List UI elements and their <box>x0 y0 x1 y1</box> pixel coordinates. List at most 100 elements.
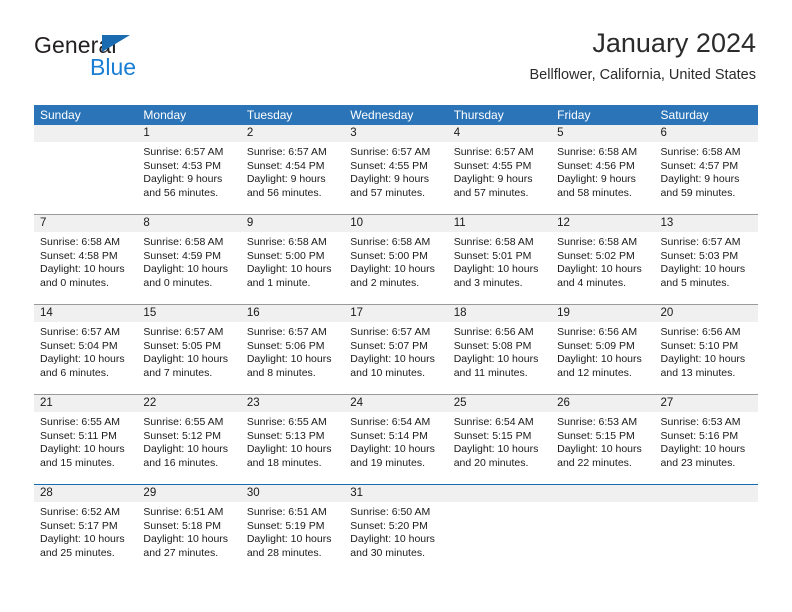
day-cell <box>34 125 138 215</box>
day-cell[interactable]: 18 Sunrise: 6:56 AM Sunset: 5:08 PM Dayligh… <box>447 304 552 395</box>
day-details <box>655 502 758 506</box>
sunrise-text: Sunrise: 6:57 AM <box>350 146 431 158</box>
daylight-text-line2: and 1 minute. <box>246 276 311 289</box>
day-cell[interactable]: 5 Sunrise: 6:58 AM Sunset: 4:56 PM Daylight… <box>551 125 655 215</box>
day-number: 7 <box>34 215 138 232</box>
day-cell[interactable]: 17 Sunrise: 6:57 AM Sunset: 5:07 PM Dayligh… <box>344 304 448 395</box>
day-cell[interactable]: 6 Sunrise: 6:58 AM Sunset: 4:57 PM Daylight… <box>654 125 758 215</box>
day-cell[interactable]: 22 Sunrise: 6:55 AM Sunset: 5:12 PM Dayligh… <box>137 394 241 485</box>
daylight-text-line1: Daylight: 10 hours <box>453 353 539 366</box>
day-details: Sunrise: 6:54 AM Sunset: 5:14 PM Daylight:… <box>344 412 447 470</box>
sunrise-text: Sunrise: 6:50 AM <box>350 506 431 518</box>
day-number: 17 <box>344 305 448 322</box>
day-number: 4 <box>447 125 552 142</box>
daylight-text-line2: and 23 minutes. <box>660 456 736 469</box>
day-cell[interactable]: 7 Sunrise: 6:58 AM Sunset: 4:58 PM Daylight… <box>34 214 138 305</box>
day-cell[interactable]: 25 Sunrise: 6:54 AM Sunset: 5:15 PM Dayligh… <box>447 394 552 485</box>
daylight-text-line2: and 16 minutes. <box>143 456 219 469</box>
day-cell[interactable]: 21 Sunrise: 6:55 AM Sunset: 5:11 PM Dayligh… <box>34 394 138 485</box>
sunrise-text: Sunrise: 6:56 AM <box>660 326 741 338</box>
day-cell[interactable]: 29 Sunrise: 6:51 AM Sunset: 5:18 PM Dayligh… <box>137 484 241 574</box>
daylight-text-line1: Daylight: 10 hours <box>350 443 435 456</box>
daylight-text-line2: and 59 minutes. <box>660 186 736 199</box>
sunset-text: Sunset: 4:55 PM <box>350 159 428 172</box>
day-number: 3 <box>344 125 448 142</box>
day-cell[interactable]: 30 Sunrise: 6:51 AM Sunset: 5:19 PM Dayligh… <box>240 484 345 574</box>
daylight-text-line1: Daylight: 9 hours <box>557 173 636 186</box>
page-header: General Blue January 2024 Bellflower, Ca… <box>0 0 792 103</box>
day-number: 18 <box>447 305 552 322</box>
day-cell[interactable]: 23 Sunrise: 6:55 AM Sunset: 5:13 PM Dayligh… <box>240 394 345 485</box>
sunrise-text: Sunrise: 6:57 AM <box>246 326 327 338</box>
day-cell <box>447 484 552 574</box>
day-cell[interactable]: 28 Sunrise: 6:52 AM Sunset: 5:17 PM Dayligh… <box>34 484 138 574</box>
general-blue-logo: General Blue <box>34 32 234 82</box>
day-details: Sunrise: 6:52 AM Sunset: 5:17 PM Daylight:… <box>34 502 137 560</box>
sunset-text: Sunset: 5:00 PM <box>350 249 428 262</box>
daylight-text-line2: and 22 minutes. <box>557 456 632 469</box>
day-details: Sunrise: 6:58 AM Sunset: 4:58 PM Daylight:… <box>34 232 137 290</box>
day-cell[interactable]: 20 Sunrise: 6:56 AM Sunset: 5:10 PM Dayligh… <box>654 304 758 395</box>
sunrise-text: Sunrise: 6:54 AM <box>453 416 534 428</box>
daylight-text-line2: and 20 minutes. <box>453 456 529 469</box>
page-subtitle: Bellflower, California, United States <box>529 67 756 83</box>
day-cell[interactable]: 9 Sunrise: 6:58 AM Sunset: 5:00 PM Daylight… <box>240 214 345 305</box>
day-cell[interactable]: 14 Sunrise: 6:57 AM Sunset: 5:04 PM Dayligh… <box>34 304 138 395</box>
day-number: 22 <box>137 395 241 412</box>
day-cell[interactable]: 10 Sunrise: 6:58 AM Sunset: 5:00 PM Dayligh… <box>344 214 448 305</box>
sunset-text: Sunset: 5:03 PM <box>660 249 739 262</box>
sunset-text: Sunset: 5:18 PM <box>143 519 222 532</box>
day-number: 16 <box>240 305 345 322</box>
daylight-text-line2: and 57 minutes. <box>453 186 529 199</box>
sunrise-text: Sunrise: 6:57 AM <box>660 236 741 248</box>
sunset-text: Sunset: 5:04 PM <box>40 339 118 352</box>
sunrise-text: Sunrise: 6:57 AM <box>143 146 224 158</box>
day-cell[interactable]: 24 Sunrise: 6:54 AM Sunset: 5:14 PM Dayligh… <box>344 394 448 485</box>
day-cell[interactable]: 1 Sunrise: 6:57 AM Sunset: 4:53 PM Daylight… <box>137 125 241 215</box>
week-row: 21 Sunrise: 6:55 AM Sunset: 5:11 PM Dayligh… <box>34 394 758 485</box>
day-cell[interactable]: 13 Sunrise: 6:57 AM Sunset: 5:03 PM Dayligh… <box>654 214 758 305</box>
day-cell[interactable]: 31 Sunrise: 6:50 AM Sunset: 5:20 PM Dayligh… <box>344 484 448 574</box>
daylight-text-line1: Daylight: 10 hours <box>143 263 229 276</box>
day-number <box>34 125 138 142</box>
daylight-text-line1: Daylight: 10 hours <box>350 353 435 366</box>
sunset-text: Sunset: 5:15 PM <box>453 429 532 442</box>
day-cell[interactable]: 2 Sunrise: 6:57 AM Sunset: 4:54 PM Daylight… <box>240 125 345 215</box>
day-cell[interactable]: 26 Sunrise: 6:53 AM Sunset: 5:15 PM Dayligh… <box>551 394 655 485</box>
daylight-text-line1: Daylight: 10 hours <box>246 263 332 276</box>
day-details: Sunrise: 6:51 AM Sunset: 5:18 PM Daylight:… <box>137 502 240 560</box>
weekday-header-wednesday: Wednesday <box>344 105 448 125</box>
day-cell[interactable]: 19 Sunrise: 6:56 AM Sunset: 5:09 PM Dayligh… <box>551 304 655 395</box>
day-number: 10 <box>344 215 448 232</box>
day-number: 13 <box>654 215 758 232</box>
day-number: 21 <box>34 395 138 412</box>
daylight-text-line2: and 13 minutes. <box>660 366 736 379</box>
title-block: January 2024 Bellflower, California, Uni… <box>530 27 756 84</box>
day-cell[interactable]: 11 Sunrise: 6:58 AM Sunset: 5:01 PM Dayligh… <box>447 214 552 305</box>
sunset-text: Sunset: 5:07 PM <box>350 339 428 352</box>
sunset-text: Sunset: 5:08 PM <box>453 339 532 352</box>
day-cell[interactable]: 27 Sunrise: 6:53 AM Sunset: 5:16 PM Dayligh… <box>654 394 758 485</box>
sunrise-text: Sunrise: 6:55 AM <box>143 416 224 428</box>
sunrise-text: Sunrise: 6:57 AM <box>143 326 224 338</box>
day-cell[interactable]: 12 Sunrise: 6:58 AM Sunset: 5:02 PM Dayligh… <box>551 214 655 305</box>
day-cell[interactable]: 4 Sunrise: 6:57 AM Sunset: 4:55 PM Daylight… <box>447 125 552 215</box>
daylight-text-line1: Daylight: 10 hours <box>350 263 435 276</box>
day-cell[interactable]: 3 Sunrise: 6:57 AM Sunset: 4:55 PM Daylight… <box>344 125 448 215</box>
daylight-text-line2: and 15 minutes. <box>40 456 115 469</box>
week-row: 7 Sunrise: 6:58 AM Sunset: 4:58 PM Daylight… <box>34 214 758 305</box>
day-details: Sunrise: 6:58 AM Sunset: 5:02 PM Daylight:… <box>551 232 654 290</box>
sunset-text: Sunset: 5:09 PM <box>557 339 635 352</box>
day-cell[interactable]: 16 Sunrise: 6:57 AM Sunset: 5:06 PM Dayligh… <box>240 304 345 395</box>
calendar-page: General Blue January 2024 Bellflower, Ca… <box>0 0 792 612</box>
sunrise-text: Sunrise: 6:52 AM <box>40 506 120 518</box>
daylight-text-line1: Daylight: 10 hours <box>143 353 229 366</box>
sunset-text: Sunset: 5:11 PM <box>40 429 117 442</box>
day-cell[interactable]: 15 Sunrise: 6:57 AM Sunset: 5:05 PM Dayligh… <box>137 304 241 395</box>
day-cell[interactable]: 8 Sunrise: 6:58 AM Sunset: 4:59 PM Daylight… <box>137 214 241 305</box>
day-details: Sunrise: 6:53 AM Sunset: 5:15 PM Daylight:… <box>551 412 654 470</box>
sunrise-text: Sunrise: 6:56 AM <box>453 326 534 338</box>
daylight-text-line1: Daylight: 10 hours <box>40 263 125 276</box>
sunrise-text: Sunrise: 6:54 AM <box>350 416 431 428</box>
day-cell <box>551 484 655 574</box>
